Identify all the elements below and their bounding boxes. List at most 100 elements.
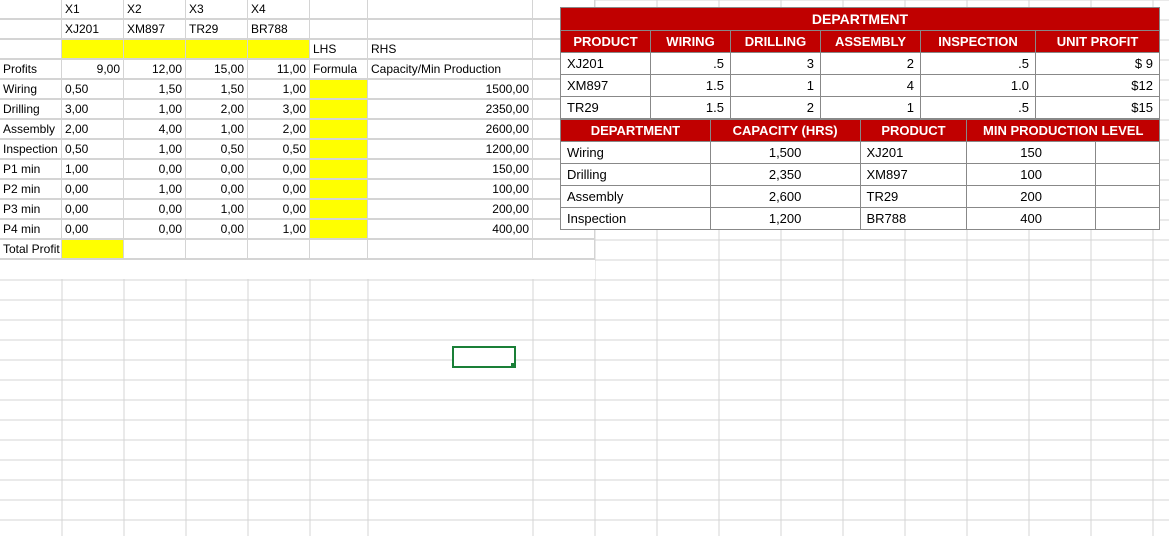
- cell-code-1[interactable]: XJ201: [61, 19, 124, 39]
- cell[interactable]: Capacity/Min Production: [367, 59, 533, 79]
- cell[interactable]: 3,00: [61, 99, 124, 119]
- lhs-cell[interactable]: [309, 159, 368, 179]
- decision-var-1[interactable]: [61, 39, 124, 59]
- row-label-total-profit[interactable]: Total Profit: [0, 239, 62, 259]
- lhs-cell[interactable]: [309, 219, 368, 239]
- cell-x1-hdr[interactable]: X1: [61, 0, 124, 19]
- rhs-header[interactable]: RHS: [367, 39, 533, 59]
- cell-code-2[interactable]: XM897: [123, 19, 186, 39]
- capacity-table: DEPARTMENT CAPACITY (HRS) PRODUCT MIN PR…: [560, 119, 1160, 230]
- cell[interactable]: 0,50: [247, 139, 310, 159]
- cell[interactable]: [309, 239, 368, 259]
- decision-var-4[interactable]: [247, 39, 310, 59]
- cell[interactable]: 1,00: [247, 219, 310, 239]
- lhs-cell[interactable]: [309, 139, 368, 159]
- cell[interactable]: [532, 239, 595, 259]
- cell[interactable]: [185, 239, 248, 259]
- cell[interactable]: [367, 239, 533, 259]
- td: Drilling: [561, 164, 711, 186]
- cell[interactable]: [367, 19, 533, 39]
- cell[interactable]: 1,00: [123, 139, 186, 159]
- cell[interactable]: 1,00: [247, 79, 310, 99]
- row-label-inspection[interactable]: Inspection: [0, 139, 62, 159]
- total-profit-cell[interactable]: [61, 239, 124, 259]
- rhs-cell[interactable]: 400,00: [367, 219, 533, 239]
- lhs-cell[interactable]: [309, 79, 368, 99]
- cell[interactable]: 0,00: [247, 179, 310, 199]
- rhs-cell[interactable]: 200,00: [367, 199, 533, 219]
- cell[interactable]: 0,00: [61, 199, 124, 219]
- cell[interactable]: [0, 0, 62, 19]
- cell[interactable]: 0,00: [123, 159, 186, 179]
- row-label-assembly[interactable]: Assembly: [0, 119, 62, 139]
- cell[interactable]: [309, 19, 368, 39]
- cell[interactable]: 0,00: [247, 159, 310, 179]
- decision-var-3[interactable]: [185, 39, 248, 59]
- cell[interactable]: 0,00: [61, 219, 124, 239]
- cell[interactable]: [123, 239, 186, 259]
- cell[interactable]: [367, 0, 533, 19]
- cell[interactable]: 1,00: [123, 179, 186, 199]
- cell[interactable]: 3,00: [247, 99, 310, 119]
- cell-x2-hdr[interactable]: X2: [123, 0, 186, 19]
- cell[interactable]: 1,50: [185, 79, 248, 99]
- cell[interactable]: Formula: [309, 59, 368, 79]
- cell[interactable]: 1,00: [185, 119, 248, 139]
- cell[interactable]: 0,50: [61, 79, 124, 99]
- cell[interactable]: 12,00: [123, 59, 186, 79]
- lhs-header[interactable]: LHS: [309, 39, 368, 59]
- cell[interactable]: 2,00: [247, 119, 310, 139]
- cell[interactable]: [247, 239, 310, 259]
- active-cell[interactable]: [453, 347, 515, 367]
- row-label-p1min[interactable]: P1 min: [0, 159, 62, 179]
- blank-grid-area[interactable]: [0, 260, 1169, 536]
- cell[interactable]: 1,00: [61, 159, 124, 179]
- cell[interactable]: 0,00: [185, 179, 248, 199]
- cell[interactable]: [309, 0, 368, 19]
- row-label-profits[interactable]: Profits: [0, 59, 62, 79]
- lhs-cell[interactable]: [309, 199, 368, 219]
- cell[interactable]: 0,00: [123, 199, 186, 219]
- cell-x3-hdr[interactable]: X3: [185, 0, 248, 19]
- cell[interactable]: 0,00: [185, 219, 248, 239]
- cell[interactable]: 0,50: [185, 139, 248, 159]
- td: XJ201: [561, 53, 651, 75]
- cell[interactable]: [0, 19, 62, 39]
- cell[interactable]: 9,00: [61, 59, 124, 79]
- cell[interactable]: 15,00: [185, 59, 248, 79]
- row-label-p2min[interactable]: P2 min: [0, 179, 62, 199]
- cell[interactable]: 11,00: [247, 59, 310, 79]
- row-label-p4min[interactable]: P4 min: [0, 219, 62, 239]
- cell[interactable]: 1,00: [185, 199, 248, 219]
- cell[interactable]: 2,00: [61, 119, 124, 139]
- cell[interactable]: [0, 39, 62, 59]
- td: [1095, 142, 1159, 164]
- td: $ 9: [1036, 53, 1160, 75]
- row-label-drilling[interactable]: Drilling: [0, 99, 62, 119]
- lhs-cell[interactable]: [309, 179, 368, 199]
- row-label-p3min[interactable]: P3 min: [0, 199, 62, 219]
- cell[interactable]: 1,00: [123, 99, 186, 119]
- cell-x4-hdr[interactable]: X4: [247, 0, 310, 19]
- lhs-cell[interactable]: [309, 99, 368, 119]
- decision-var-2[interactable]: [123, 39, 186, 59]
- rhs-cell[interactable]: 150,00: [367, 159, 533, 179]
- row-label-wiring[interactable]: Wiring: [0, 79, 62, 99]
- rhs-cell[interactable]: 2600,00: [367, 119, 533, 139]
- rhs-cell[interactable]: 1200,00: [367, 139, 533, 159]
- cell-code-3[interactable]: TR29: [185, 19, 248, 39]
- cell[interactable]: 0,00: [185, 159, 248, 179]
- cell[interactable]: 0,00: [123, 219, 186, 239]
- cell[interactable]: 0,50: [61, 139, 124, 159]
- rhs-cell[interactable]: 2350,00: [367, 99, 533, 119]
- rhs-cell[interactable]: 100,00: [367, 179, 533, 199]
- table-row: XJ201 .5 3 2 .5 $ 9: [561, 53, 1160, 75]
- cell[interactable]: 0,00: [61, 179, 124, 199]
- lhs-cell[interactable]: [309, 119, 368, 139]
- cell[interactable]: 4,00: [123, 119, 186, 139]
- cell[interactable]: 0,00: [247, 199, 310, 219]
- cell-code-4[interactable]: BR788: [247, 19, 310, 39]
- rhs-cell[interactable]: 1500,00: [367, 79, 533, 99]
- cell[interactable]: 2,00: [185, 99, 248, 119]
- cell[interactable]: 1,50: [123, 79, 186, 99]
